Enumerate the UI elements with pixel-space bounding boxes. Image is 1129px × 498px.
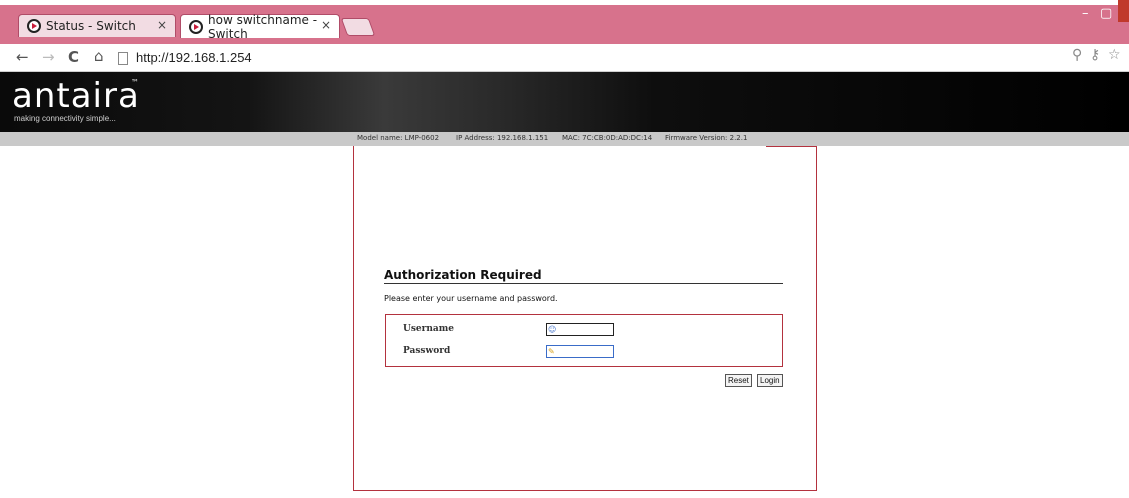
tab-title: Status - Switch (46, 19, 136, 33)
home-icon[interactable]: ⌂ (94, 47, 104, 65)
tab-close-icon[interactable]: × (321, 18, 331, 32)
tab-how-switchname[interactable]: how switchname - Switch × (180, 12, 340, 41)
address-bar[interactable]: http://192.168.1.254 (136, 50, 252, 65)
ip-address: IP Address: 192.168.1.151 (456, 134, 549, 142)
tab-bar-top-edge (0, 0, 1129, 5)
auth-description: Please enter your username and password. (384, 294, 558, 303)
panel-top-edge (766, 146, 817, 147)
title-divider (384, 283, 783, 284)
brand-logo: antaira (12, 76, 140, 116)
site-favicon-icon (27, 19, 41, 33)
restore-icon[interactable]: ▢ (1100, 6, 1112, 21)
tab-title: how switchname - Switch (208, 12, 318, 41)
model-name: Model name: LMP-0602 (357, 134, 440, 142)
bookmark-star-icon[interactable]: ☆ (1108, 47, 1121, 63)
page-icon (118, 52, 128, 65)
user-icon: ☺ (548, 325, 557, 334)
search-icon[interactable]: ⚲ (1072, 47, 1082, 63)
trademark-mark: ™ (131, 78, 139, 87)
back-icon[interactable]: ← (16, 48, 29, 66)
site-favicon-icon (189, 19, 203, 34)
mac-address: MAC: 7C:CB:0D:AD:DC:14 (562, 134, 653, 142)
login-button[interactable]: Login (757, 374, 783, 387)
reset-button[interactable]: Reset (725, 374, 752, 387)
login-form (385, 314, 783, 367)
tab-status-switch[interactable]: Status - Switch × (18, 14, 176, 37)
page-title: Authorization Required (384, 268, 542, 282)
minimize-icon[interactable]: – (1082, 6, 1089, 21)
page-header (0, 72, 1129, 132)
window-close-button[interactable] (1118, 0, 1129, 22)
brand-tagline: making connectivity simple... (14, 114, 116, 123)
username-label: Username (403, 324, 455, 334)
password-label: Password (403, 346, 451, 356)
forward-icon[interactable]: → (42, 48, 55, 66)
key-icon: ✎ (548, 347, 555, 356)
key-icon[interactable]: ⚷ (1090, 47, 1100, 63)
tab-close-icon[interactable]: × (157, 18, 167, 32)
reload-icon[interactable]: C (68, 48, 79, 66)
firmware-version: Firmware Version: 2.2.1 (665, 134, 748, 142)
